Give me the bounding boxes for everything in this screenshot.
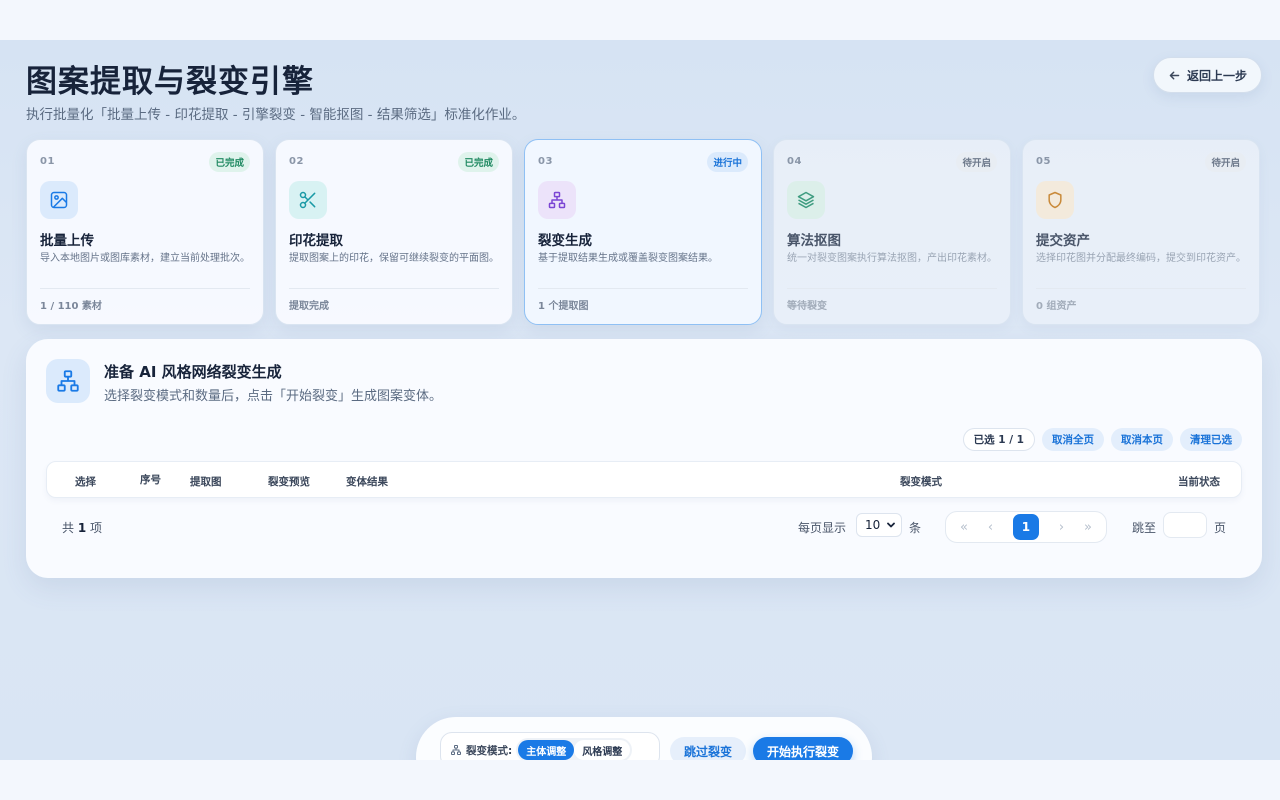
step-title: 裂变生成 [538, 233, 592, 249]
column-header-mode: 裂变模式 [900, 476, 942, 488]
step-number: 02 [289, 156, 304, 167]
step-title: 提交资产 [1036, 233, 1090, 249]
network-icon [451, 745, 461, 755]
column-header-status: 当前状态 [1178, 476, 1220, 488]
image-icon [40, 181, 78, 219]
divider [787, 288, 997, 289]
jump-unit: 页 [1214, 521, 1227, 535]
per-page-select[interactable]: 10 [856, 513, 902, 537]
step-footer: 1 个提取图 [538, 301, 589, 312]
table-header: 选择 序号 提取图 裂变预览 变体结果 裂变模式 当前状态 [46, 461, 1242, 498]
step-title: 印花提取 [289, 233, 343, 249]
total-count: 共 1 项 [62, 521, 103, 535]
chevron-down-icon [887, 522, 895, 528]
status-badge: 待开启 [956, 152, 997, 172]
column-header-extracted: 提取图 [190, 476, 222, 488]
step-card-submit[interactable]: 05 待开启 提交资产 选择印花图并分配最终编码，提交到印花资产。 0 组资产 [1022, 139, 1260, 325]
mode-selector: 裂变模式: 主体调整 风格调整 [440, 732, 660, 760]
scissors-icon [289, 181, 327, 219]
jump-label: 跳至 [1132, 521, 1157, 535]
divider [538, 288, 748, 289]
top-band [0, 0, 1280, 40]
status-badge: 待开启 [1205, 152, 1246, 172]
mode-option-subject[interactable]: 主体调整 [518, 740, 575, 760]
main-area: 图案提取与裂变引擎 执行批量化「批量上传 - 印花提取 - 引擎裂变 - 智能抠… [0, 40, 1280, 760]
step-card-matting[interactable]: 04 待开启 算法抠图 统一对裂变图案执行算法抠图，产出印花素材。 等待裂变 [773, 139, 1011, 325]
network-icon [46, 359, 90, 403]
shield-icon [1036, 181, 1074, 219]
page-subtitle: 执行批量化「批量上传 - 印花提取 - 引擎裂变 - 智能抠图 - 结果筛选」标… [26, 107, 526, 123]
step-card-extract[interactable]: 02 已完成 印花提取 提取图案上的印花，保留可继续裂变的平面图。 提取完成 [275, 139, 513, 325]
bottom-band [0, 760, 1280, 800]
divider [289, 288, 499, 289]
per-page-unit: 条 [909, 521, 922, 535]
step-footer: 提取完成 [289, 301, 329, 312]
step-description: 提取图案上的印花，保留可继续裂变的平面图。 [289, 253, 499, 264]
step-title: 算法抠图 [787, 233, 841, 249]
per-page-value: 10 [865, 518, 881, 532]
start-button[interactable]: 开始执行裂变 [753, 737, 854, 760]
page-navigation: « ‹ 1 › » [945, 511, 1107, 543]
first-page-icon[interactable]: « [960, 520, 968, 535]
step-number: 01 [40, 156, 55, 167]
panel-subtitle: 选择裂变模式和数量后，点击「开始裂变」生成图案变体。 [104, 389, 443, 404]
step-footer: 0 组资产 [1036, 301, 1077, 312]
column-header-variants: 变体结果 [346, 476, 388, 488]
next-page-icon[interactable]: › [1059, 520, 1064, 535]
per-page-label: 每页显示 [798, 521, 847, 535]
pagination: 共 1 项 每页显示 10 条 « ‹ 1 › » 跳至 页 [46, 507, 1242, 543]
column-header-select[interactable]: 选择 [75, 474, 96, 489]
step-title: 批量上传 [40, 233, 94, 249]
layers-icon [787, 181, 825, 219]
step-description: 统一对裂变图案执行算法抠图，产出印花素材。 [787, 253, 997, 264]
action-bar: 裂变模式: 主体调整 风格调整 跳过裂变 开始执行裂变 [416, 717, 872, 760]
prev-page-icon[interactable]: ‹ [988, 520, 993, 535]
mode-label: 裂变模式: [466, 744, 513, 757]
arrow-left-icon [1169, 71, 1180, 79]
step-number: 03 [538, 156, 553, 167]
step-number: 05 [1036, 156, 1051, 167]
generation-panel: 准备 AI 风格网络裂变生成 选择裂变模式和数量后，点击「开始裂变」生成图案变体… [26, 339, 1262, 578]
step-footer: 等待裂变 [787, 301, 827, 312]
status-badge: 已完成 [458, 152, 499, 172]
step-description: 选择印花图并分配最终编码，提交到印花资产。 [1036, 253, 1246, 264]
column-header-preview: 裂变预览 [268, 476, 310, 488]
status-badge: 进行中 [707, 152, 748, 172]
network-icon [538, 181, 576, 219]
panel-title: 准备 AI 风格网络裂变生成 [104, 363, 282, 381]
page-button-current[interactable]: 1 [1012, 514, 1039, 540]
cancel-all-pages-button[interactable]: 取消全页 [1042, 428, 1104, 451]
mode-option-style[interactable]: 风格调整 [574, 740, 631, 760]
step-description: 基于提取结果生成或覆盖裂变图案结果。 [538, 253, 718, 264]
step-card-upload[interactable]: 01 已完成 批量上传 导入本地图片或图库素材，建立当前处理批次。 1 / 11… [26, 139, 264, 325]
back-button[interactable]: 返回上一步 [1153, 57, 1262, 93]
jump-page-input[interactable] [1163, 512, 1207, 538]
mode-toggle: 主体调整 风格调整 [516, 738, 633, 760]
step-card-generate[interactable]: 03 进行中 裂变生成 基于提取结果生成或覆盖裂变图案结果。 1 个提取图 [524, 139, 762, 325]
back-button-label: 返回上一步 [1186, 68, 1247, 83]
status-badge: 已完成 [209, 152, 250, 172]
selection-toolbar: 已选 1 / 1 取消全页 取消本页 清理已选 [962, 428, 1242, 451]
step-cards: 01 已完成 批量上传 导入本地图片或图库素材，建立当前处理批次。 1 / 11… [26, 139, 1260, 325]
divider [1036, 288, 1246, 289]
last-page-icon[interactable]: » [1084, 520, 1092, 535]
clear-selected-button[interactable]: 清理已选 [1180, 428, 1242, 451]
step-description: 导入本地图片或图库素材，建立当前处理批次。 [40, 253, 250, 264]
column-header-index: 序号 [140, 474, 161, 486]
step-number: 04 [787, 156, 802, 167]
cancel-this-page-button[interactable]: 取消本页 [1111, 428, 1173, 451]
selected-count: 已选 1 / 1 [962, 428, 1035, 451]
page-title: 图案提取与裂变引擎 [26, 64, 314, 100]
divider [40, 288, 250, 289]
step-footer: 1 / 110 素材 [40, 301, 102, 312]
skip-button[interactable]: 跳过裂变 [670, 737, 747, 760]
